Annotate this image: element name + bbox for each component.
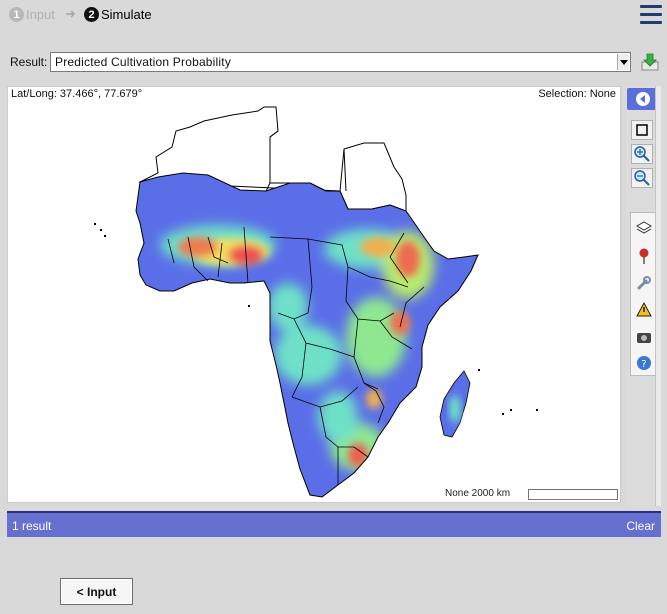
- map-panel[interactable]: Lat/Long: 37.466°, 77.679° Selection: No…: [7, 86, 621, 503]
- zoom-out-icon[interactable]: [631, 168, 653, 188]
- download-icon[interactable]: [641, 53, 659, 71]
- back-to-input-button[interactable]: < Input: [60, 578, 133, 605]
- lat-long-readout: Lat/Long: 37.466°, 77.679°: [11, 88, 143, 100]
- warning-icon[interactable]: [633, 299, 655, 321]
- step-simulate[interactable]: 2 Simulate: [84, 7, 152, 22]
- scale-label: None 2000 km: [445, 488, 511, 499]
- result-select[interactable]: Predicted Cultivation Probability: [50, 52, 631, 72]
- layers-icon[interactable]: [633, 217, 655, 239]
- svg-text:?: ?: [641, 359, 646, 370]
- camera-icon[interactable]: [633, 326, 655, 348]
- select-box-icon[interactable]: [631, 120, 653, 140]
- step-number: 2: [84, 7, 99, 22]
- result-label: Result:: [10, 55, 48, 69]
- result-count: 1 result: [12, 519, 52, 533]
- africa-probability-map[interactable]: [8, 87, 621, 503]
- map-tabs: ?: [630, 212, 658, 376]
- toolbar-edge: [655, 86, 661, 506]
- arrow-right-icon: ➜: [65, 6, 76, 21]
- result-selected-value: Predicted Cultivation Probability: [55, 55, 232, 69]
- result-row: Result: Predicted Cultivation Probabilit…: [0, 52, 667, 74]
- chevron-down-icon[interactable]: [617, 54, 629, 70]
- selection-readout: Selection: None: [538, 88, 616, 100]
- results-status-bar: 1 result Clear: [7, 511, 661, 537]
- help-icon[interactable]: ?: [633, 352, 655, 374]
- step-label: Simulate: [101, 7, 152, 22]
- step-number: 1: [9, 7, 24, 22]
- wrench-icon[interactable]: [633, 272, 655, 294]
- step-label: Input: [26, 7, 55, 22]
- zoom-in-icon[interactable]: [631, 144, 653, 164]
- menu-icon[interactable]: [640, 5, 662, 25]
- scale-bar: [528, 489, 618, 500]
- top-bar: 1 Input ➜ 2 Simulate: [0, 0, 667, 30]
- clear-button[interactable]: Clear: [626, 519, 655, 533]
- map-pin-icon[interactable]: [633, 245, 655, 267]
- step-input[interactable]: 1 Input: [9, 7, 55, 22]
